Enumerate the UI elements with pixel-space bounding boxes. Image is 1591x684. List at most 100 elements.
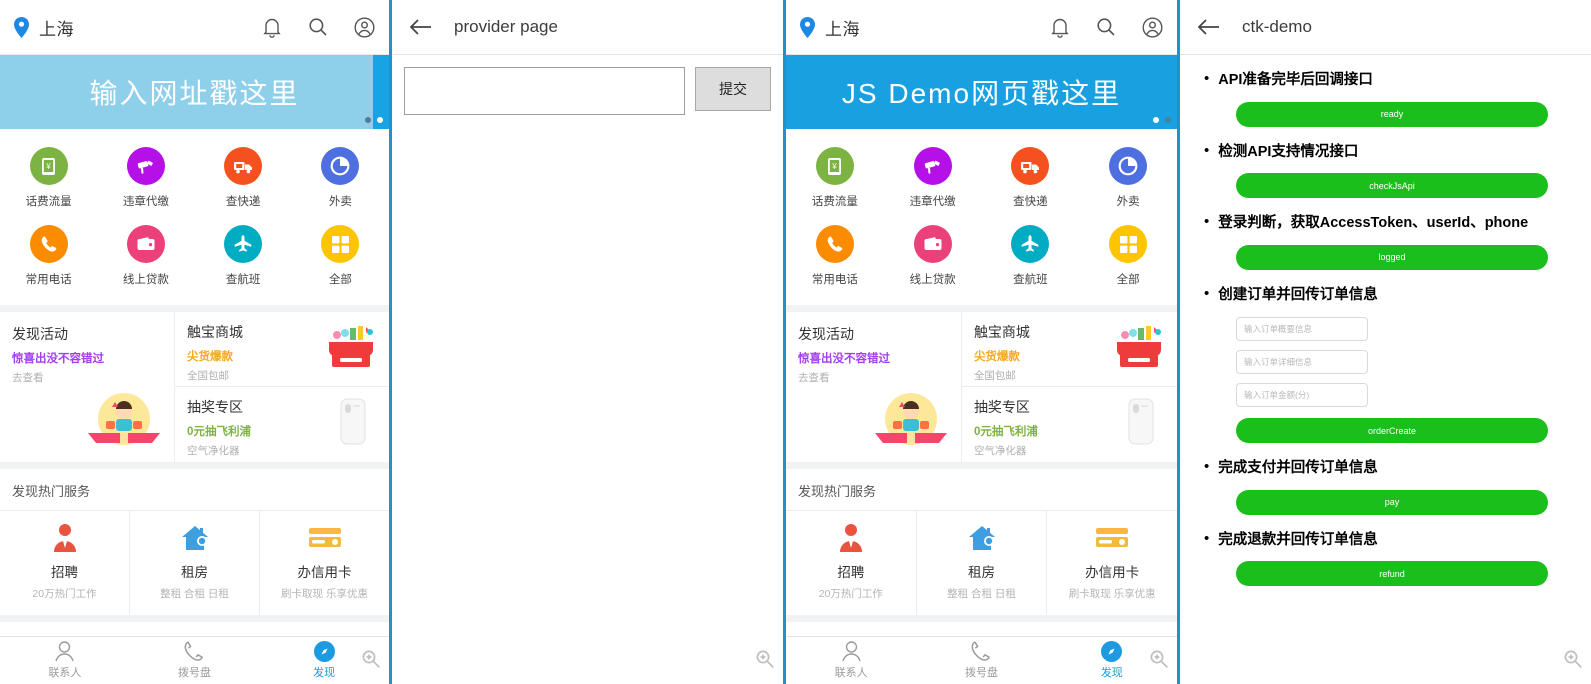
promo-card-mall[interactable]: 触宝商城 尖货爆款 全国包邮: [961, 312, 1177, 387]
promo-card-mall[interactable]: 触宝商城 尖货爆款 全国包邮: [175, 312, 389, 387]
dialpad-icon: [184, 640, 205, 661]
order-summary-input[interactable]: [1236, 317, 1368, 342]
zoom-in-icon[interactable]: [755, 649, 775, 674]
service-recruitment[interactable]: 招聘 20万热门工作: [0, 511, 130, 615]
refund-button[interactable]: refund: [1236, 561, 1548, 587]
grid-cell-phone-bill[interactable]: ¥ 话费流量: [0, 141, 97, 219]
bell-icon[interactable]: [262, 17, 282, 38]
zoom-in-icon[interactable]: [1563, 649, 1583, 674]
account-icon[interactable]: [354, 16, 375, 38]
grid-cell-phone-bill[interactable]: ¥ 话费流量: [786, 141, 884, 219]
promo-card-activity[interactable]: 发现活动 惊喜出没不容错过 去查看: [0, 312, 176, 462]
ctk-header: ctk-demo: [1180, 0, 1591, 55]
grid-cell-online-loan[interactable]: 线上贷款: [884, 219, 982, 297]
order-amount-input[interactable]: [1236, 383, 1368, 408]
grid-label: 话费流量: [25, 196, 72, 208]
submit-button[interactable]: 提交: [695, 67, 771, 111]
bullet-icon: •: [1204, 213, 1210, 231]
ctk-item-label: 登录判断，获取AccessToken、userId、phone: [1218, 215, 1529, 232]
url-input[interactable]: [404, 67, 685, 115]
ready-button[interactable]: ready: [1236, 101, 1548, 127]
promo-sub: 惊喜出没不容错过: [12, 353, 104, 365]
airplane-icon: [224, 225, 263, 263]
back-arrow-icon[interactable]: [410, 18, 432, 36]
logged-button[interactable]: logged: [1236, 244, 1548, 270]
grid-row-2: 常用电话 线上贷款 查航班 全部: [0, 219, 389, 297]
banner-dot-1[interactable]: [365, 117, 371, 123]
pay-button[interactable]: pay: [1236, 489, 1548, 515]
ordercreate-button[interactable]: orderCreate: [1236, 418, 1548, 444]
promo-card-lottery[interactable]: 抽奖专区 0元抽飞利浦 空气净化器: [175, 387, 389, 462]
grid-cell-flight[interactable]: 查航班: [982, 219, 1080, 297]
location-pin-icon[interactable]: [14, 16, 29, 38]
panel1-banner[interactable]: 输入网址戳这里: [0, 55, 389, 129]
grid-cell-all[interactable]: 全部: [292, 219, 389, 297]
ctk-item-pay: • 完成支付并回传订单信息 pay: [1194, 459, 1577, 515]
promo-card-lottery[interactable]: 抽奖专区 0元抽飞利浦 空气净化器: [962, 387, 1177, 462]
ctk-item-label: API准备完毕后回调接口: [1218, 72, 1373, 88]
search-icon[interactable]: [1096, 17, 1116, 37]
ctk-item-label: 创建订单并回传订单信息: [1218, 286, 1378, 303]
service-rental[interactable]: 租房 整租 合租 日租: [917, 511, 1048, 615]
grid-cell-express[interactable]: 查快递: [982, 141, 1080, 219]
zoom-in-icon[interactable]: [1149, 649, 1169, 674]
grid-cell-takeaway[interactable]: 外卖: [292, 141, 389, 219]
grid-cell-common-phone[interactable]: 常用电话: [786, 219, 884, 297]
svg-text:¥: ¥: [45, 162, 51, 171]
grid-cell-takeaway[interactable]: 外卖: [1079, 141, 1177, 219]
shop-illustration: [325, 322, 377, 379]
banner-dot-1[interactable]: [1153, 117, 1159, 123]
panel3-banner[interactable]: JS Demo网页戳这里: [786, 55, 1177, 129]
bullet-icon: •: [1204, 458, 1210, 476]
compass-icon: [313, 640, 335, 662]
promo-sub: 惊喜出没不容错过: [798, 353, 890, 365]
airplane-icon: [1011, 225, 1050, 263]
service-name: 办信用卡: [1085, 565, 1140, 580]
service-rental[interactable]: 租房 整租 合租 日租: [130, 511, 260, 615]
service-credit-card[interactable]: 办信用卡 刷卡取现 乐享优惠: [1047, 511, 1177, 615]
grid-cell-all[interactable]: 全部: [1079, 219, 1177, 297]
location-pin-icon[interactable]: [800, 16, 815, 38]
grid-cell-flight[interactable]: 查航班: [195, 219, 292, 297]
banner-dot-2[interactable]: [1165, 117, 1171, 123]
grid-cell-traffic-fine[interactable]: 违章代缴: [884, 141, 982, 219]
bell-icon[interactable]: [1050, 17, 1070, 38]
activity-illustration: [88, 389, 161, 456]
panel3-topbar: 上海: [786, 0, 1177, 55]
banner-dot-2[interactable]: [377, 117, 383, 123]
traffic-camera-icon: [913, 147, 952, 185]
zoom-in-icon[interactable]: [361, 649, 381, 674]
grid-cell-online-loan[interactable]: 线上贷款: [97, 219, 194, 297]
list-item: • 完成退款并回传订单信息: [1204, 530, 1577, 551]
grid-cell-traffic-fine[interactable]: 违章代缴: [97, 141, 194, 219]
banner-dots[interactable]: [1153, 117, 1171, 123]
banner-dots[interactable]: [365, 117, 383, 123]
grid-cell-express[interactable]: 查快递: [195, 141, 292, 219]
delivery-truck-icon: [224, 147, 263, 185]
takeaway-icon: [321, 147, 360, 185]
ctk-item-checkjsapi: • 检测API支持情况接口 checkJsApi: [1194, 142, 1577, 199]
nav-contacts[interactable]: 联系人: [0, 640, 130, 680]
service-recruitment[interactable]: 招聘 20万热门工作: [786, 511, 917, 615]
panel-jsdemo-home: 上海 JS Demo网页戳这里 ¥ 话费流量 违章代缴 查快递 外卖 常用电话 …: [786, 0, 1180, 684]
promo-card-activity[interactable]: 发现活动 惊喜出没不容错过 去查看: [786, 312, 962, 462]
nav-dialpad[interactable]: 拨号盘: [916, 640, 1046, 680]
back-arrow-icon[interactable]: [1198, 18, 1220, 36]
account-icon[interactable]: [1142, 16, 1163, 38]
search-icon[interactable]: [308, 17, 328, 37]
list-item: • API准备完毕后回调接口: [1204, 70, 1577, 91]
grid-cell-common-phone[interactable]: 常用电话: [0, 219, 97, 297]
services-row: 招聘 20万热门工作 租房 整租 合租 日租 办信用卡 刷卡取现 乐享优惠: [786, 511, 1177, 622]
credit-card-icon: [260, 523, 389, 553]
nav-dialpad[interactable]: 拨号盘: [130, 640, 260, 680]
order-detail-input[interactable]: [1236, 350, 1368, 375]
service-name: 招聘: [51, 565, 78, 580]
ctk-item-refund: • 完成退款并回传订单信息 refund: [1194, 530, 1577, 587]
service-credit-card[interactable]: 办信用卡 刷卡取现 乐享优惠: [260, 511, 389, 615]
grid-label: 全部: [1116, 274, 1140, 286]
checkjsapi-button[interactable]: checkJsApi: [1236, 173, 1548, 199]
city-label[interactable]: 上海: [39, 15, 74, 40]
city-label[interactable]: 上海: [825, 15, 860, 40]
grid-all-icon: [321, 225, 360, 263]
nav-contacts[interactable]: 联系人: [786, 640, 916, 680]
